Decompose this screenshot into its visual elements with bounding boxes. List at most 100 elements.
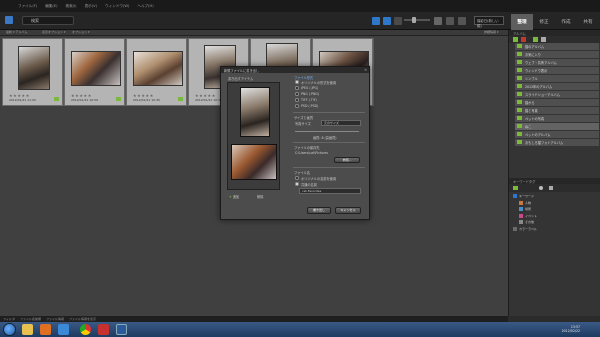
status-show-info[interactable]: ファイル情報を表示: [69, 317, 96, 321]
people-view-icon[interactable]: [394, 17, 402, 25]
dialog-title-bar[interactable]: 新規ファイルに書き出し ✕: [221, 67, 369, 73]
quality-slider-track[interactable]: [295, 131, 359, 132]
album-badge-icon: [116, 97, 121, 101]
export-button[interactable]: 書き出し: [307, 207, 331, 214]
album-item[interactable]: 猫のアルバム: [515, 43, 599, 50]
album-icon: [517, 140, 522, 145]
filetype-psd-label: PSD (.PSD): [301, 104, 319, 108]
album-item[interactable]: ペットの写真: [515, 114, 599, 122]
multi-photo-icon[interactable]: [446, 17, 454, 25]
tab-fix[interactable]: 修正: [533, 14, 555, 30]
filetype-png-radio[interactable]: [295, 92, 299, 96]
size-select[interactable]: 元のサイズ: [321, 120, 361, 126]
album-label: 猫と写真: [525, 108, 538, 113]
subbar-album-menu[interactable]: 最新 ▾ アルバム: [6, 30, 27, 34]
export-item-list[interactable]: [227, 82, 280, 190]
start-button[interactable]: [3, 323, 16, 336]
album-options-icon[interactable]: [541, 37, 546, 42]
subbar-details[interactable]: 詳細情報 ▾: [484, 30, 498, 34]
browse-button[interactable]: 参照...: [334, 157, 360, 163]
map-view-icon[interactable]: [383, 17, 391, 25]
remove-item-button[interactable]: 削除: [257, 194, 263, 199]
date-view-icon[interactable]: [458, 17, 466, 25]
explorer-icon[interactable]: [22, 324, 33, 335]
divider: [293, 142, 365, 143]
tab-organize[interactable]: 整理: [511, 14, 533, 30]
chrome-icon[interactable]: [80, 324, 91, 335]
sort-order-select[interactable]: 撮影日(新しい順): [474, 16, 504, 28]
remove-album-icon[interactable]: [521, 37, 526, 42]
single-photo-icon[interactable]: [434, 17, 442, 25]
thumbnail-cell[interactable]: ★★★★★ 2012/01/21 11:05: [2, 38, 63, 106]
subbar-options[interactable]: オプション ▾: [72, 30, 89, 34]
menu-view[interactable]: 表示(V): [85, 4, 97, 9]
album-icon: [517, 92, 522, 97]
tag-item[interactable]: カラーラベル: [513, 226, 599, 233]
album-item[interactable]: お気に入り: [515, 50, 599, 58]
album-item[interactable]: 2012年のアルバム: [515, 82, 599, 90]
album-icon: [517, 84, 522, 89]
album-item[interactable]: 猫から: [515, 98, 599, 106]
thumbnail-cell[interactable]: ★★★★★ 2012/01/21 10:59: [64, 38, 125, 106]
filetype-jpeg-radio[interactable]: [295, 86, 299, 90]
filetype-tiff-radio[interactable]: [295, 98, 299, 102]
tab-fix-label: 修正: [539, 20, 549, 25]
album-label: ペットのアルバム: [525, 132, 551, 137]
status-info[interactable]: ファイル情報: [46, 317, 64, 321]
album-item[interactable]: ペットのアルバム: [515, 130, 599, 138]
plus-icon: +: [229, 195, 232, 199]
photoshop-elements-icon[interactable]: [116, 324, 127, 335]
album-label: 猫のアルバム: [525, 44, 545, 49]
subbar-display-options[interactable]: 表示オプション ▾: [42, 30, 65, 34]
export-item-photo[interactable]: [240, 87, 270, 137]
menu-help[interactable]: ヘルプ(H): [137, 4, 153, 9]
system-clock[interactable]: 13:57 2012/02/22: [562, 325, 580, 334]
media-player-icon[interactable]: [40, 324, 51, 335]
menu-find[interactable]: 検索(I): [66, 4, 77, 9]
filetype-psd-radio[interactable]: [295, 104, 299, 108]
album-item[interactable]: ウィンドウ表示: [515, 66, 599, 74]
tags-toolbar: [509, 184, 600, 192]
edit-album-icon[interactable]: [533, 37, 538, 42]
clock-date: 2012/02/22: [561, 329, 580, 334]
album-icon: [517, 116, 522, 121]
album-badge-icon: [54, 97, 59, 101]
browser-icon[interactable]: [58, 324, 69, 335]
filename-common-radio[interactable]: [295, 182, 299, 186]
menu-edit[interactable]: 編集(E): [45, 4, 57, 9]
tab-share[interactable]: 共有: [577, 14, 599, 30]
filetype-original-radio[interactable]: [295, 80, 299, 84]
photo-thumbnail[interactable]: [133, 51, 183, 86]
cancel-button[interactable]: キャンセル: [335, 207, 361, 214]
back-arrow-icon[interactable]: [5, 16, 13, 24]
export-item-photo[interactable]: [231, 144, 277, 180]
app-icon[interactable]: [98, 324, 109, 335]
tab-create[interactable]: 作成: [555, 14, 577, 30]
add-item-button[interactable]: + 追加: [229, 194, 239, 199]
add-album-icon[interactable]: [513, 37, 518, 42]
photo-thumbnail[interactable]: [18, 46, 50, 90]
album-item[interactable]: スライドショーアルバム: [515, 90, 599, 98]
photo-thumbnail[interactable]: [71, 51, 121, 86]
slider-knob[interactable]: [412, 17, 416, 23]
album-item-selected[interactable]: ねこ: [515, 122, 599, 130]
album-label: お気に入り: [525, 52, 541, 57]
album-item[interactable]: 猫と写真: [515, 106, 599, 114]
album-item[interactable]: シンプル: [515, 74, 599, 82]
close-icon[interactable]: ✕: [364, 68, 367, 72]
filename-input[interactable]: cat-Favorites: [299, 188, 361, 194]
tag-options-icon[interactable]: [549, 186, 553, 190]
album-item[interactable]: ウェブ・共有アルバム: [515, 58, 599, 66]
album-item[interactable]: おもしろ猫フォトアルバム: [515, 138, 599, 146]
thumbnail-cell[interactable]: ★★★★★ 2012/01/21 10:45: [126, 38, 187, 106]
menu-file[interactable]: ファイル(F): [18, 4, 37, 9]
new-tag-icon[interactable]: [513, 186, 518, 190]
search-input[interactable]: 検索: [22, 16, 74, 25]
grid-view-icon[interactable]: [372, 17, 380, 25]
tag-person-icon[interactable]: [539, 186, 543, 190]
thumbnail-size-slider[interactable]: [404, 17, 430, 23]
menu-window[interactable]: ウィンドウ(W): [105, 4, 129, 9]
status-filter[interactable]: フィルタ: [3, 317, 15, 321]
filename-original-radio[interactable]: [295, 176, 299, 180]
status-sort[interactable]: ファイル名前順: [20, 317, 41, 321]
